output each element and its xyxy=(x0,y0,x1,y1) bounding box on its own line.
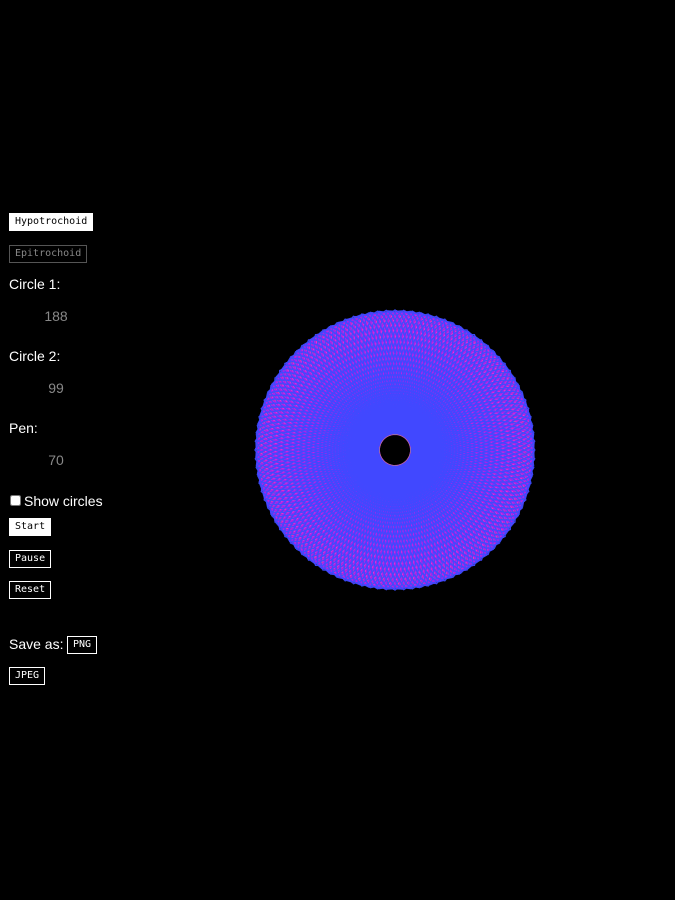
spiro-trace xyxy=(254,309,536,591)
pen-input[interactable] xyxy=(26,450,86,470)
show-circles-label: Show circles xyxy=(24,493,103,509)
show-circles-checkbox[interactable] xyxy=(10,495,21,506)
save-jpeg-button[interactable]: JPEG xyxy=(9,667,46,685)
control-panel: Hypotrochoid Epitrochoid Circle 1: Circl… xyxy=(9,0,209,900)
circle1-label: Circle 1: xyxy=(9,276,61,292)
save-as-label: Save as: xyxy=(9,636,64,652)
circle1-input[interactable] xyxy=(26,306,86,326)
save-png-button[interactable]: PNG xyxy=(67,636,98,654)
hypotrochoid-button[interactable]: Hypotrochoid xyxy=(9,213,94,231)
reset-button[interactable]: Reset xyxy=(9,581,52,599)
circle2-label: Circle 2: xyxy=(9,348,61,364)
pen-label: Pen: xyxy=(9,420,38,436)
pause-button[interactable]: Pause xyxy=(9,550,52,568)
spirograph-drawing xyxy=(254,309,536,591)
circle2-input[interactable] xyxy=(26,378,86,398)
start-button[interactable]: Start xyxy=(9,518,52,536)
epitrochoid-button[interactable]: Epitrochoid xyxy=(9,245,88,263)
